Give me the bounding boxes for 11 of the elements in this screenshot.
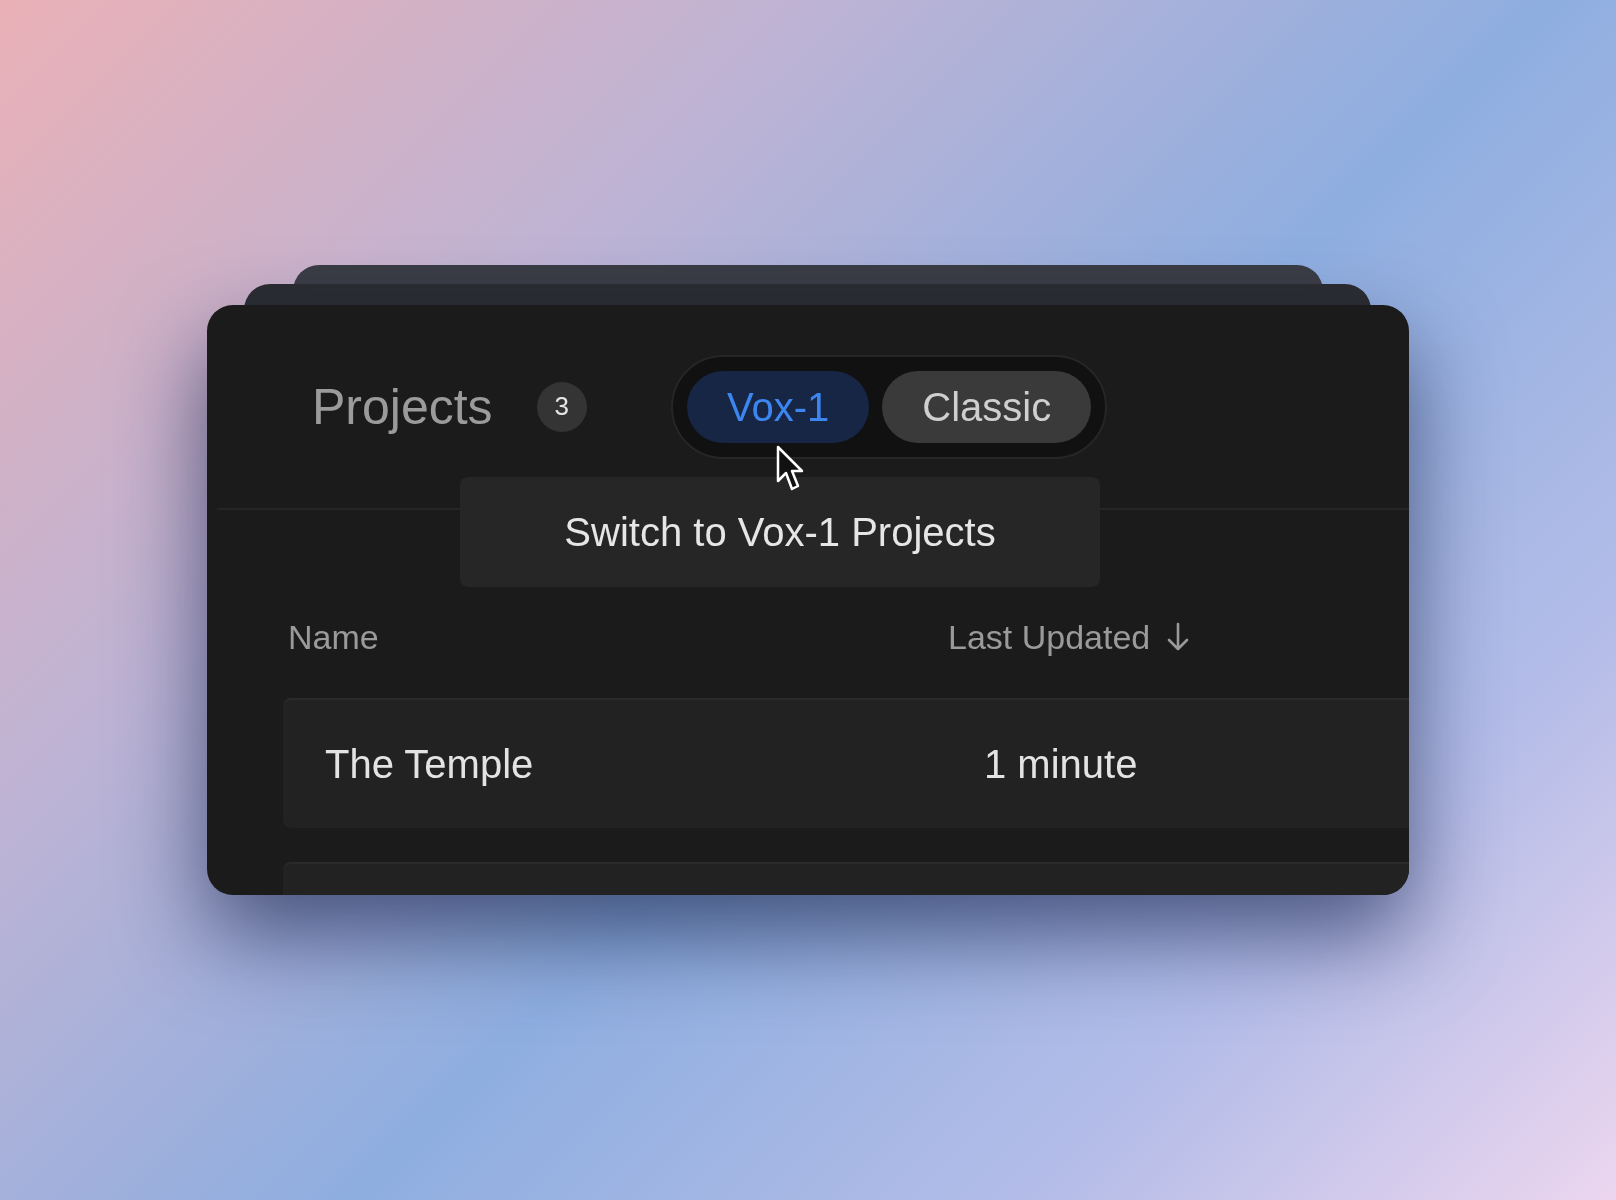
toggle-option[interactable]: Classic xyxy=(882,370,1092,443)
updated-time: 1 minute xyxy=(984,741,1138,788)
table-row[interactable]: The Temple 1 minute xyxy=(283,698,1409,828)
column-header[interactable]: Name xyxy=(288,611,379,663)
tooltip: Switch to Vox-1 Projects xyxy=(460,477,1100,587)
arrow-down-icon xyxy=(1166,622,1191,652)
panel-title: Projects xyxy=(312,381,493,432)
column-header[interactable]: Last Updated xyxy=(948,611,1191,663)
project-name: The Temple xyxy=(325,741,535,788)
count-badge: 3 xyxy=(536,381,587,432)
toggle-option[interactable]: Vox-1 xyxy=(687,370,870,443)
